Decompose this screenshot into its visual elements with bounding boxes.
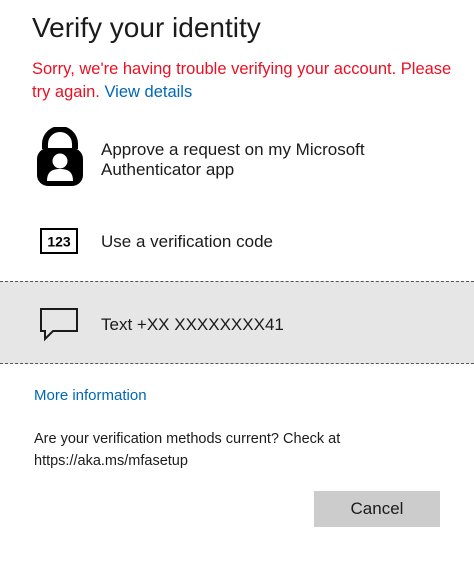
cancel-button[interactable]: Cancel bbox=[314, 491, 440, 527]
page-title: Verify your identity bbox=[32, 12, 261, 43]
option-label: Text +XX XXXXXXXX41 bbox=[101, 315, 284, 334]
option-label: Use a verification code bbox=[101, 232, 273, 251]
view-details-link[interactable]: View details bbox=[104, 83, 192, 101]
error-text: Sorry, we're having trouble verifying yo… bbox=[32, 60, 452, 101]
help-text: Are your verification methods current? C… bbox=[34, 431, 341, 469]
text-message-icon bbox=[39, 307, 79, 343]
option-text-message[interactable]: Text +XX XXXXXXXX41 bbox=[0, 281, 474, 364]
option-label: Approve a request on my Microsoft Authen… bbox=[101, 140, 365, 179]
error-message: Sorry, we're having trouble verifying yo… bbox=[32, 58, 452, 103]
more-information-link[interactable]: More information bbox=[34, 387, 147, 404]
option-verification-code[interactable]: 123 Use a verification code bbox=[0, 202, 474, 280]
authenticator-lock-icon bbox=[35, 127, 85, 187]
option-authenticator-app[interactable]: Approve a request on my Microsoft Authen… bbox=[0, 120, 474, 202]
svg-text:123: 123 bbox=[47, 234, 71, 250]
verification-code-123-icon: 123 bbox=[40, 228, 78, 254]
